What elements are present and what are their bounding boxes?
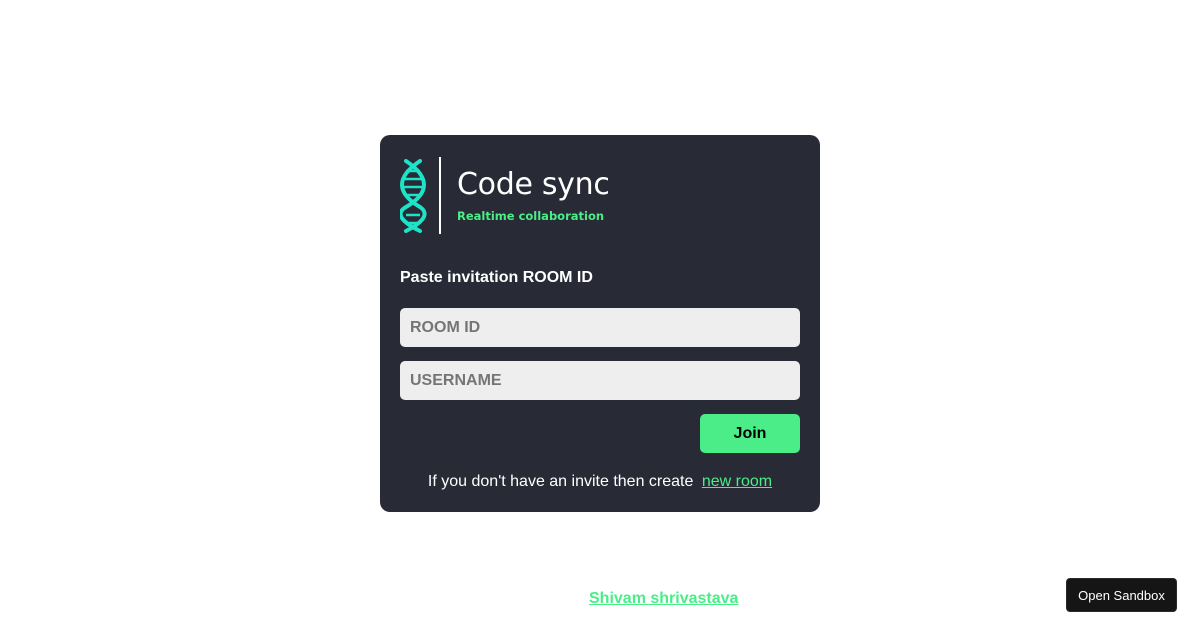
open-sandbox-button[interactable]: Open Sandbox: [1066, 578, 1177, 612]
invite-message: If you don't have an invite then create …: [380, 473, 820, 491]
author-link[interactable]: Shivam shrivastava: [589, 590, 738, 608]
join-room-card: Code sync Realtime collaboration Paste i…: [380, 135, 820, 512]
new-room-link[interactable]: new room: [702, 473, 772, 490]
invite-text: If you don't have an invite then create: [427, 473, 694, 490]
join-button[interactable]: Join: [700, 414, 800, 453]
invite-heading: Paste invitation ROOM ID: [400, 269, 593, 286]
room-id-input[interactable]: [400, 308, 800, 347]
logo: Code sync Realtime collaboration: [400, 157, 620, 235]
page: Code sync Realtime collaboration Paste i…: [0, 0, 1200, 630]
username-input[interactable]: [400, 361, 800, 400]
logo-subtitle: Realtime collaboration: [457, 209, 605, 223]
logo-title: Code sync: [457, 167, 610, 202]
